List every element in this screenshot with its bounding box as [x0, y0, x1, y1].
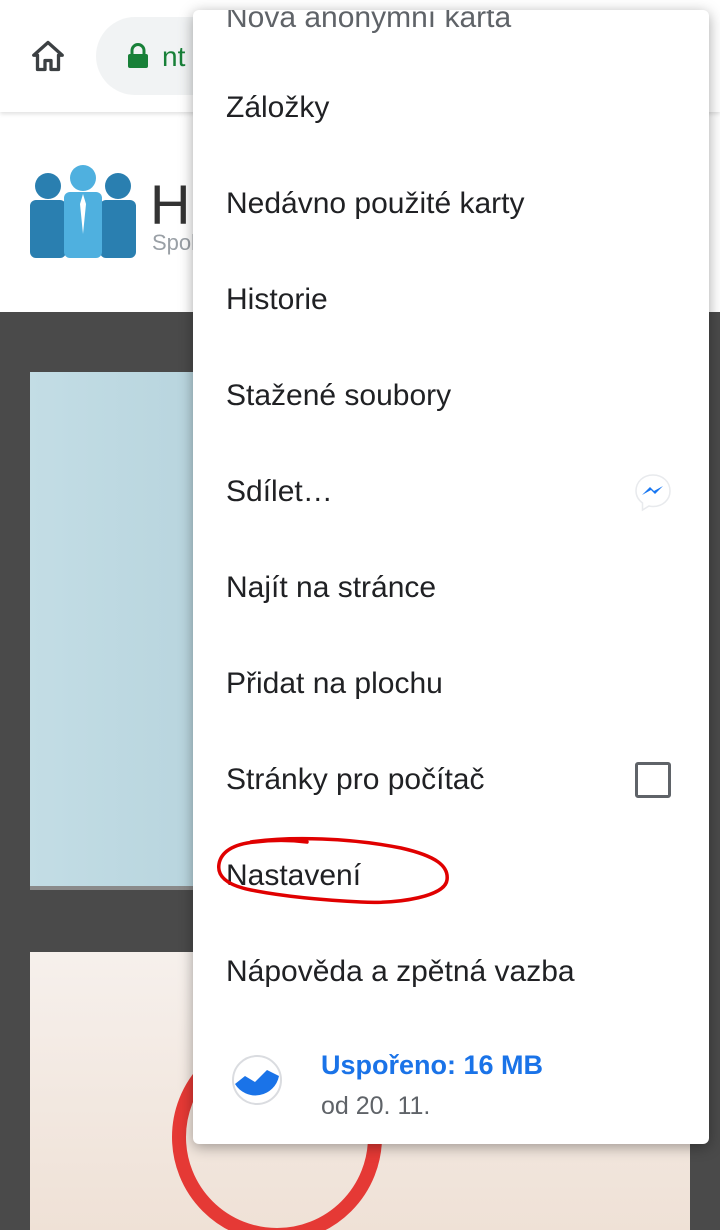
home-icon	[32, 40, 64, 72]
data-saver-icon	[232, 1055, 282, 1105]
menu-item-share[interactable]: Sdílet…	[193, 444, 709, 540]
data-saved-amount: Uspořeno: 16 MB	[321, 1050, 544, 1080]
menu-item-label: Záložky	[226, 91, 330, 124]
menu-item-settings[interactable]: Nastavení	[193, 828, 709, 924]
menu-item-help-feedback[interactable]: Nápověda a zpětná vazba	[193, 924, 709, 1020]
menu-item-add-to-home-screen[interactable]: Přidat na plochu	[193, 636, 709, 732]
url-text: nt	[162, 41, 186, 72]
home-button[interactable]	[26, 34, 70, 78]
menu-item-label: Stažené soubory	[226, 379, 452, 412]
menu-item-new-incognito-tab[interactable]: Nová anonymní karta	[193, 10, 709, 66]
menu-item-label: Nová anonymní karta	[226, 10, 512, 34]
lock-icon	[128, 43, 148, 68]
menu-item-recent-tabs[interactable]: Nedávno použité karty	[193, 156, 709, 252]
menu-item-find-in-page[interactable]: Najít na stránce	[193, 540, 709, 636]
menu-item-desktop-site[interactable]: Stránky pro počítač	[193, 732, 709, 828]
menu-item-label: Najít na stránce	[226, 571, 437, 604]
site-logo-subtitle: Spol	[152, 230, 197, 255]
desktop-site-checkbox[interactable]	[635, 762, 671, 798]
overflow-menu: Nová anonymní karta Záložky Nedávno použ…	[193, 10, 709, 1144]
menu-item-label: Stránky pro počítač	[226, 763, 485, 796]
menu-item-label: Přidat na plochu	[226, 667, 443, 700]
menu-item-bookmarks[interactable]: Záložky	[193, 60, 709, 156]
menu-item-label: Nastavení	[226, 859, 362, 892]
menu-item-history[interactable]: Historie	[193, 252, 709, 348]
messenger-icon[interactable]	[633, 472, 673, 512]
data-saved-since: od 20. 11.	[321, 1092, 431, 1120]
menu-item-downloads[interactable]: Stažené soubory	[193, 348, 709, 444]
menu-item-label: Nedávno použité karty	[226, 187, 525, 220]
menu-item-label: Sdílet…	[226, 475, 333, 508]
data-saver-summary[interactable]: Uspořeno: 16 MB od 20. 11.	[193, 1040, 709, 1140]
logo-people-icon	[30, 165, 136, 258]
menu-item-label: Nápověda a zpětná vazba	[226, 955, 575, 988]
menu-item-label: Historie	[226, 283, 328, 316]
